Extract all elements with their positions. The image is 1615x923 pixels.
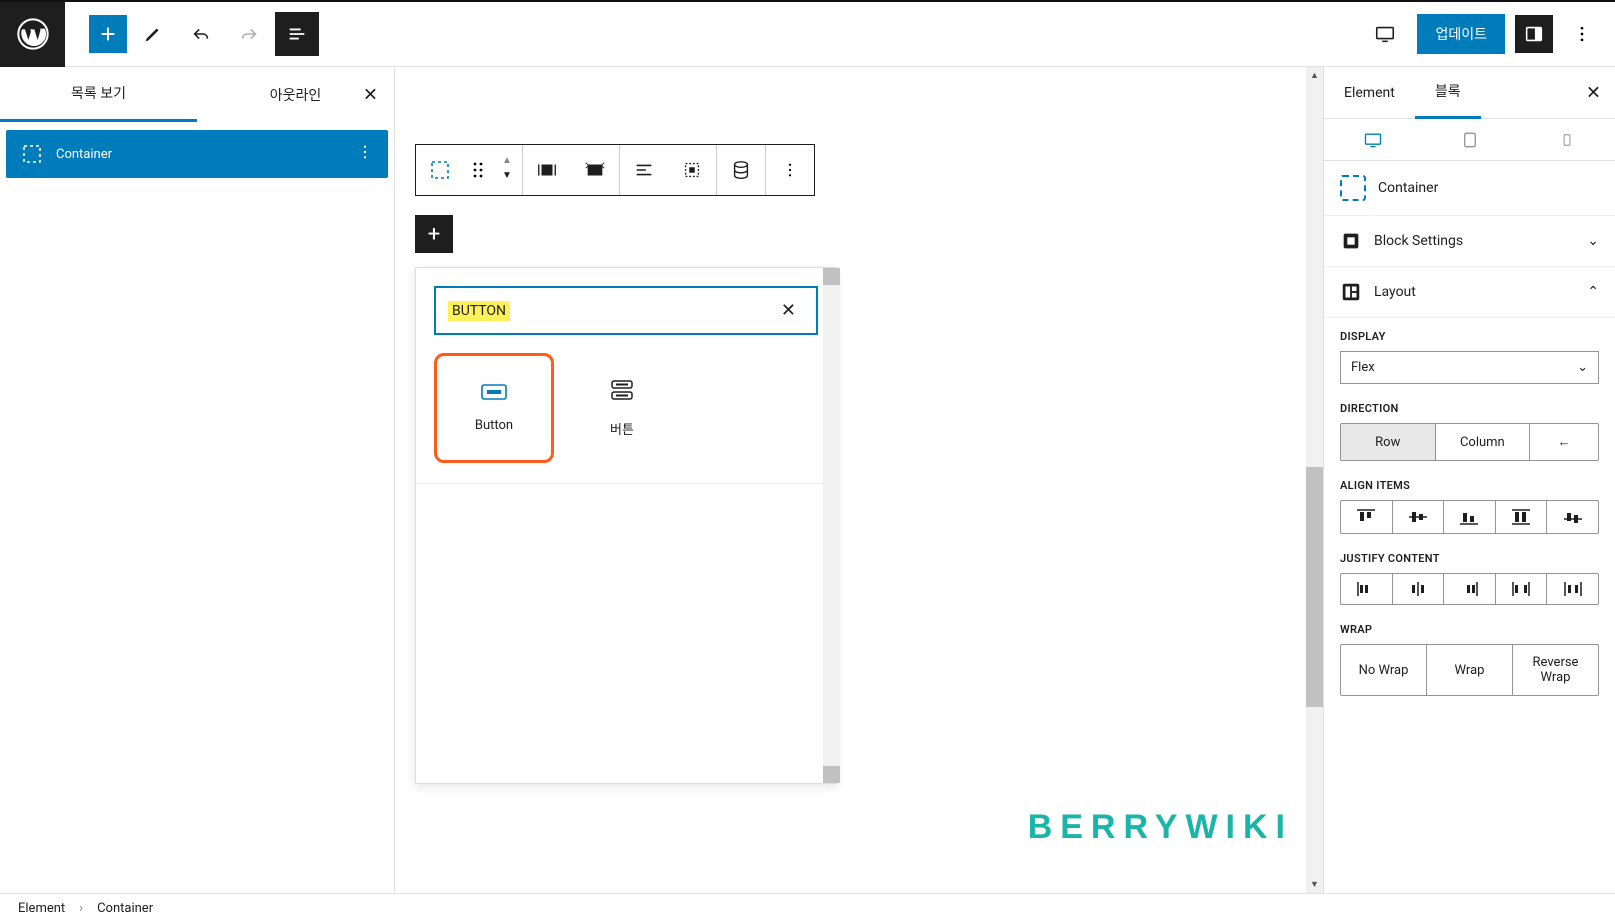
block-toolbar: ▲ ▼ [415,144,815,196]
block-tab[interactable]: 블록 [1415,67,1481,119]
align-stretch-button[interactable] [1496,501,1548,533]
display-select[interactable]: Flex ⌄ [1340,351,1599,384]
insert-block-button[interactable]: + [415,215,453,253]
align-end-button[interactable] [1444,501,1496,533]
align-start-button[interactable] [1341,501,1393,533]
list-item-label: Container [56,147,112,162]
wrap-label: WRAP [1340,623,1599,636]
block-search-field[interactable]: BUTTON ✕ [434,286,818,335]
block-option-buttons-kr[interactable]: 버튼 [562,353,682,463]
document-overview-panel: 목록 보기 아웃라인 ✕ Container [0,67,395,893]
list-view-item-container[interactable]: Container [6,130,388,178]
breadcrumb-current[interactable]: Container [97,901,153,916]
spacing-button[interactable] [668,145,716,195]
move-up-button[interactable]: ▲ [492,155,522,170]
canvas-scrollbar[interactable]: ▲ ▼ [1306,67,1323,893]
search-input-value: BUTTON [448,301,510,321]
more-options-button[interactable] [1563,15,1601,53]
chevron-down-icon: ⌄ [1577,360,1588,375]
chevron-up-icon: ⌃ [1587,284,1599,300]
list-view-toggle[interactable] [275,12,319,56]
chevron-down-icon: ⌄ [1587,233,1599,249]
justify-center-button[interactable] [1393,574,1445,604]
wrap-reverse-button[interactable]: Reverse Wrap [1513,645,1598,695]
wrap-none-button[interactable]: No Wrap [1341,645,1427,695]
block-option-label: 버튼 [610,419,634,438]
direction-column-button[interactable]: Column [1436,424,1531,460]
align-button[interactable] [620,145,668,195]
breadcrumb-root[interactable]: Element [18,901,65,916]
display-label: DISPLAY [1340,330,1599,343]
inserter-scrollbar[interactable] [823,268,840,783]
block-type-button[interactable] [416,145,464,195]
justify-start-button[interactable] [1341,574,1393,604]
direction-reverse-button[interactable]: ← [1530,424,1598,460]
update-button[interactable]: 업데이트 [1417,14,1505,54]
buttons-block-icon [610,379,634,405]
list-item-options-icon[interactable] [356,143,374,165]
button-block-icon [481,384,507,404]
container-width-button[interactable] [523,145,571,195]
clear-search-button[interactable]: ✕ [773,298,804,323]
wordpress-logo[interactable] [0,2,65,67]
block-inserter-popover: BUTTON ✕ Button 버튼 [415,267,837,784]
direction-row-button[interactable]: Row [1341,424,1436,460]
justify-between-button[interactable] [1496,574,1548,604]
align-items-label: ALIGN ITEMS [1340,479,1599,492]
sidebar-toggle[interactable] [1515,15,1553,53]
editor-canvas: ▲ ▼ ▲ ▼ [395,67,1323,893]
database-button[interactable] [717,145,765,195]
container-icon [1340,175,1366,201]
tablet-device-tab[interactable] [1421,119,1518,160]
selected-block-label: Container [1340,175,1599,201]
align-baseline-button[interactable] [1547,501,1598,533]
mobile-device-tab[interactable] [1518,119,1615,160]
align-center-button[interactable] [1393,501,1445,533]
container-block-icon [20,142,44,166]
edit-mode-button[interactable] [131,12,175,56]
preview-button[interactable] [1363,12,1407,56]
block-option-label: Button [475,418,513,433]
layout-section[interactable]: Layout ⌃ [1340,281,1599,303]
move-down-button[interactable]: ▼ [492,170,522,185]
block-more-options[interactable] [766,145,814,195]
add-block-button[interactable] [89,15,127,53]
watermark-text: BERRYWIKI [1028,808,1293,847]
justify-around-button[interactable] [1547,574,1598,604]
top-toolbar: 업데이트 [0,2,1615,67]
block-option-button[interactable]: Button [434,353,554,463]
list-view-tab[interactable]: 목록 보기 [0,67,197,122]
desktop-device-tab[interactable] [1324,119,1421,160]
block-search-input[interactable] [510,303,773,319]
wrap-wrap-button[interactable]: Wrap [1427,645,1513,695]
close-sidebar-button[interactable]: ✕ [1582,78,1605,107]
full-width-button[interactable] [571,145,619,195]
element-tab[interactable]: Element [1324,70,1415,116]
chevron-right-icon: › [79,901,83,916]
block-settings-section[interactable]: Block Settings ⌄ [1340,230,1599,252]
justify-content-label: JUSTIFY CONTENT [1340,552,1599,565]
block-breadcrumb: Element › Container [0,893,1615,923]
drag-handle[interactable] [464,145,492,195]
direction-label: DIRECTION [1340,402,1599,415]
redo-button[interactable] [227,12,271,56]
justify-end-button[interactable] [1444,574,1496,604]
close-panel-button[interactable]: ✕ [357,78,384,111]
undo-button[interactable] [179,12,223,56]
settings-sidebar: Element 블록 ✕ Container [1323,67,1615,893]
